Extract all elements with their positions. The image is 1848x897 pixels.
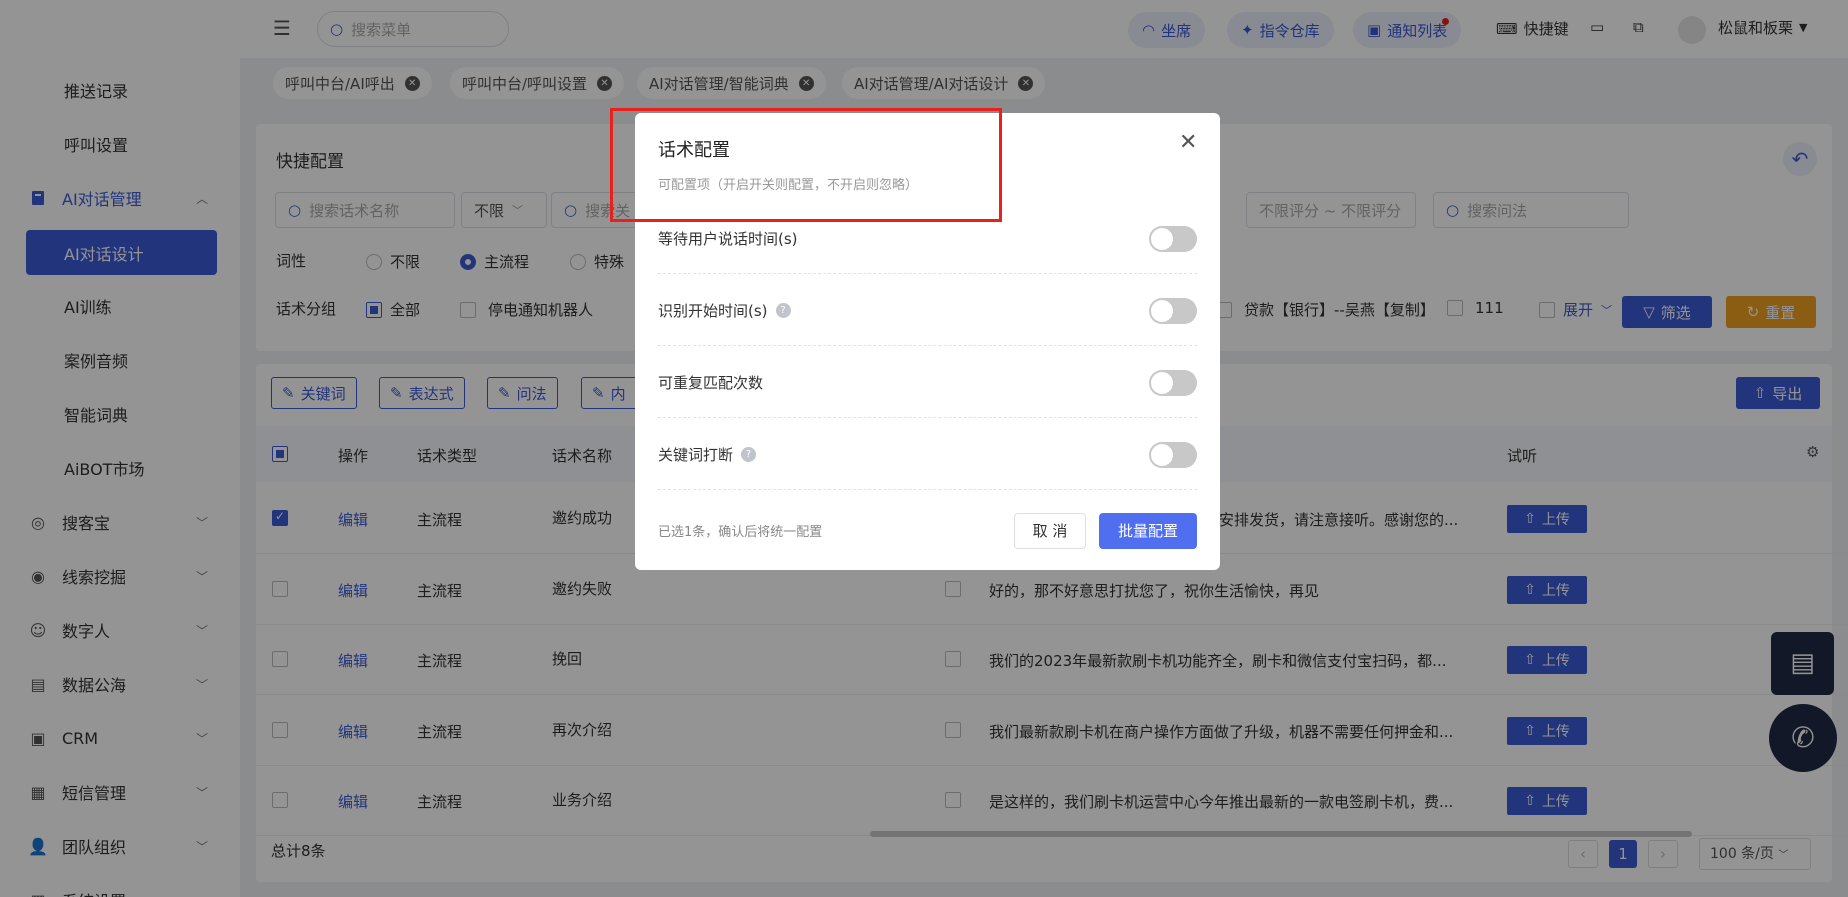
help-icon[interactable]: ? [741,447,757,462]
setting-label: 可重复匹配次数 [658,372,763,393]
setting-row-keyword-interrupt: 关键词打断? [658,418,1197,490]
toggle-switch[interactable] [1149,298,1197,324]
setting-label-text: 识别开始时间(s) [658,302,768,320]
setting-label-text: 关键词打断 [658,446,734,464]
batch-config-button[interactable]: 批量配置 [1099,513,1197,549]
footer-note: 已选1条，确认后将统一配置 [658,525,823,540]
setting-label: 等待用户说话时间(s) [658,228,798,249]
toggle-switch[interactable] [1149,370,1197,396]
setting-label: 关键词打断? [658,444,757,465]
cancel-button[interactable]: 取 消 [1014,513,1086,549]
close-icon[interactable]: ✕ [1179,130,1197,155]
setting-label: 识别开始时间(s)? [658,300,791,321]
toggle-switch[interactable] [1149,226,1197,252]
setting-row-recognize-start: 识别开始时间(s)? [658,274,1197,346]
highlight-box [610,108,1002,222]
help-icon[interactable]: ? [775,303,791,318]
setting-label-text: 等待用户说话时间(s) [658,230,798,248]
setting-row-repeat-match: 可重复匹配次数 [658,346,1197,418]
setting-label-text: 可重复匹配次数 [658,374,764,392]
toggle-switch[interactable] [1149,442,1197,468]
